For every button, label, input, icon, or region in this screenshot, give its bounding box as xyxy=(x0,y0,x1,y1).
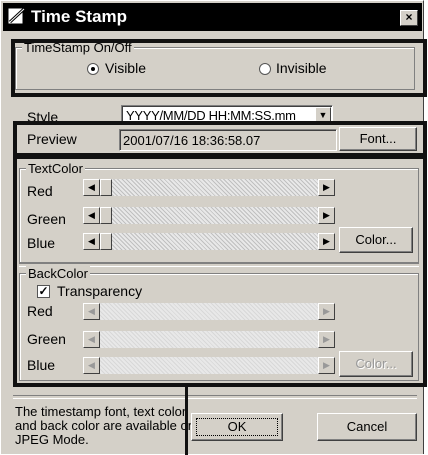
footer-divider xyxy=(13,395,417,399)
footer-note-line1: The timestamp font, text color xyxy=(15,404,187,419)
close-button[interactable]: × xyxy=(400,10,418,26)
pen-icon xyxy=(7,7,26,25)
footer-note-line2: and back color are available on xyxy=(15,418,195,433)
title-bar: Time Stamp × xyxy=(3,3,422,31)
footer-note-line3: JPEG Mode. xyxy=(15,432,89,447)
timestamp-highlight-frame xyxy=(11,39,427,97)
annotation-leader-line xyxy=(185,385,188,455)
footer-note: The timestamp font, text color and back … xyxy=(15,405,195,447)
ok-button[interactable]: OK xyxy=(191,413,283,441)
cancel-button[interactable]: Cancel xyxy=(317,413,417,441)
color-highlight-frame xyxy=(13,155,427,387)
window-title: Time Stamp xyxy=(31,7,128,26)
time-stamp-dialog: Time Stamp × TimeStamp On/Off Visible In… xyxy=(0,0,427,455)
preview-highlight-frame xyxy=(13,121,427,157)
